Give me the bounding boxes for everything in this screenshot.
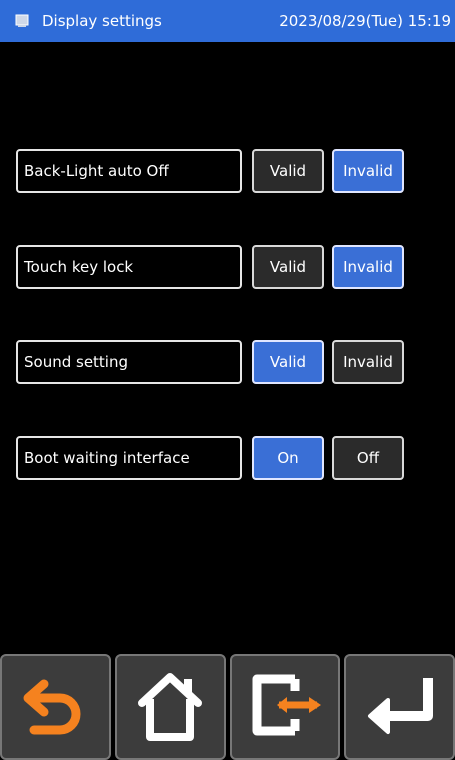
bottom-nav-bar [0, 654, 455, 760]
option-invalid-button[interactable]: Invalid [332, 149, 404, 193]
back-button[interactable] [0, 654, 111, 760]
enter-button[interactable] [344, 654, 455, 760]
option-valid-button[interactable]: Valid [252, 245, 324, 289]
setting-label: Touch key lock [16, 245, 242, 289]
setting-label: Boot waiting interface [16, 436, 242, 480]
option-invalid-button[interactable]: Invalid [332, 340, 404, 384]
option-valid-button[interactable]: Valid [252, 149, 324, 193]
option-invalid-button[interactable]: Invalid [332, 245, 404, 289]
home-icon [130, 665, 210, 749]
option-off-button[interactable]: Off [332, 436, 404, 480]
datetime: 2023/08/29(Tue) 15:19 [279, 12, 451, 30]
home-button[interactable] [114, 654, 226, 760]
switch-icon [243, 665, 327, 749]
enter-icon [358, 670, 442, 744]
option-on-button[interactable]: On [252, 436, 324, 480]
setting-label: Back-Light auto Off [16, 149, 242, 193]
option-valid-button[interactable]: Valid [252, 340, 324, 384]
back-icon [20, 670, 90, 744]
setting-label: Sound setting [16, 340, 242, 384]
page-title: Display settings [42, 12, 162, 30]
switch-button[interactable] [229, 654, 341, 760]
title-bar: Display settings 2023/08/29(Tue) 15:19 [0, 0, 455, 42]
screen-icon [14, 13, 30, 29]
